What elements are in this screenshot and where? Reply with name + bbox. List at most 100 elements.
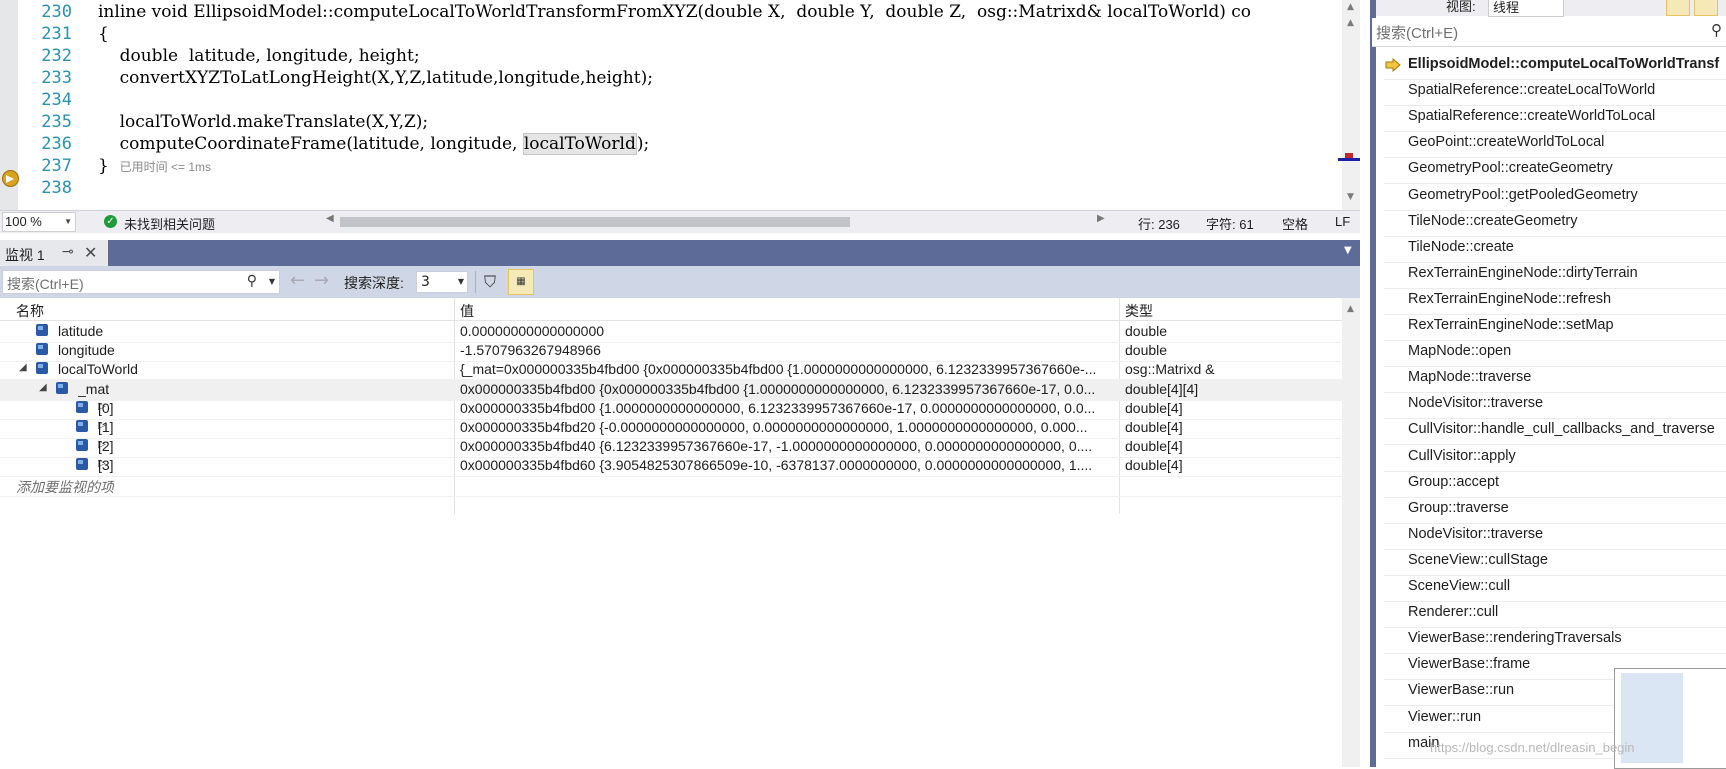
eol-indicator[interactable]: LF	[1335, 214, 1350, 229]
cell-value[interactable]: {_mat=0x000000335b4fbd00 {0x000000335b4f…	[460, 361, 1115, 377]
scroll-up-icon[interactable]: ▲	[1347, 18, 1354, 28]
variable-icon	[36, 362, 48, 375]
call-stack-frame[interactable]: SceneView::cullStage	[1408, 552, 1548, 568]
whitespace-indicator[interactable]: 空格	[1282, 214, 1308, 233]
frame-divider	[1384, 287, 1726, 289]
hex-display-button[interactable]: ▦	[508, 269, 534, 295]
cell-name[interactable]: [0]	[98, 400, 114, 416]
call-stack-frame[interactable]: CullVisitor::apply	[1408, 448, 1516, 464]
search-input[interactable]: 搜索(Ctrl+E)	[1376, 22, 1458, 43]
column-header-name[interactable]: 名称	[16, 301, 44, 321]
call-stack-frame[interactable]: EllipsoidModel::computeLocalToWorldTrans…	[1408, 56, 1719, 72]
toggle-button[interactable]	[1694, 0, 1718, 16]
scroll-left-icon[interactable]: ◀	[326, 213, 334, 224]
call-stack-frame[interactable]: SpatialReference::createLocalToWorld	[1408, 82, 1655, 98]
scroll-up-icon[interactable]: ▲	[1347, 304, 1354, 314]
search-depth-select[interactable]: 3 ▼	[416, 271, 468, 293]
call-stack-frame[interactable]: Group::accept	[1408, 474, 1499, 490]
chevron-down-icon: ▼	[64, 217, 72, 226]
view-select[interactable]: 线程	[1488, 0, 1564, 17]
tab-title: 监视 1	[5, 247, 45, 263]
call-stack-frame[interactable]: NodeVisitor::traverse	[1408, 526, 1543, 542]
call-stack-frame[interactable]: SpatialReference::createWorldToLocal	[1408, 108, 1655, 124]
code-text: );	[636, 134, 650, 154]
call-stack-frame[interactable]: MapNode::open	[1408, 343, 1511, 359]
call-stack-frame[interactable]: Renderer::cull	[1408, 604, 1498, 620]
call-stack-frame[interactable]: MapNode::traverse	[1408, 369, 1531, 385]
cell-value[interactable]: 0x000000335b4fbd40 {6.1232339957367660e-…	[460, 438, 1115, 454]
cell-name[interactable]: [1]	[98, 419, 114, 435]
cell-value[interactable]: 0x000000335b4fbd00 {1.0000000000000000, …	[460, 400, 1115, 416]
scroll-right-icon[interactable]: ▶	[1097, 213, 1105, 224]
cell-name[interactable]: [3]	[98, 457, 114, 473]
call-stack-search-field[interactable]: 搜索(Ctrl+E) ⚲	[1372, 18, 1726, 47]
call-stack-frame[interactable]: SceneView::cull	[1408, 578, 1510, 594]
search-input[interactable]: 搜索(Ctrl+E)	[7, 274, 84, 294]
filter-icon[interactable]: ⛉	[484, 272, 496, 292]
code-editor[interactable]: 230 231 232 233 234 235 236 237 238 inli…	[0, 0, 1360, 210]
call-stack-frame[interactable]: GeoPoint::createWorldToLocal	[1408, 134, 1604, 150]
pin-icon[interactable]: ⊸	[62, 244, 74, 260]
watch-search-field[interactable]: 搜索(Ctrl+E) ⚲ ▼	[2, 270, 280, 294]
zoom-select[interactable]: 100 % ▼	[2, 212, 76, 232]
cell-name[interactable]: localToWorld	[58, 361, 138, 377]
watch-toolbar: 搜索(Ctrl+E) ⚲ ▼ ← → 搜索深度: 3 ▼ ⛉ ▦	[0, 266, 1360, 298]
call-stack-frame[interactable]: ViewerBase::frame	[1408, 656, 1530, 672]
frame-divider	[1384, 261, 1726, 263]
chevron-down-icon[interactable]: ▼	[1344, 245, 1352, 256]
cell-name[interactable]: longitude	[58, 342, 115, 358]
tab-watch-1[interactable]: 监视 1 ⊸ ✕	[0, 240, 108, 266]
call-stack-frame[interactable]: ViewerBase::run	[1408, 682, 1514, 698]
frame-divider	[1384, 209, 1726, 211]
call-stack-frame[interactable]: RexTerrainEngineNode::setMap	[1408, 317, 1614, 333]
search-icon[interactable]: ⚲	[1711, 21, 1722, 39]
call-stack-frame[interactable]: NodeVisitor::traverse	[1408, 395, 1543, 411]
close-icon[interactable]: ✕	[84, 243, 97, 262]
cell-value[interactable]: 0x000000335b4fbd20 {-0.0000000000000000,…	[460, 419, 1115, 435]
highlighted-token[interactable]: localToWorld	[522, 133, 637, 155]
scrollbar-breakpoint-marker	[1345, 153, 1353, 158]
issues-status[interactable]: 未找到相关问题	[124, 214, 215, 233]
call-stack-frame[interactable]: Viewer::run	[1408, 709, 1481, 725]
call-stack-frame[interactable]: ViewerBase::renderingTraversals	[1408, 630, 1622, 646]
cell-name[interactable]: latitude	[58, 323, 103, 339]
call-stack-frame[interactable]: RexTerrainEngineNode::refresh	[1408, 291, 1611, 307]
cell-value[interactable]: -1.5707963267948966	[460, 342, 1115, 358]
frame-divider	[1384, 313, 1726, 315]
call-stack-frame[interactable]: TileNode::create	[1408, 239, 1514, 255]
horizontal-scroll-thumb[interactable]	[340, 217, 850, 227]
toggle-button[interactable]	[1666, 0, 1690, 16]
call-stack-frame[interactable]: GeometryPool::createGeometry	[1408, 160, 1613, 176]
frame-divider	[1384, 548, 1726, 550]
call-stack-frame[interactable]: RexTerrainEngineNode::dirtyTerrain	[1408, 265, 1638, 281]
add-watch-row[interactable]: 添加要监视的项	[0, 475, 1342, 497]
column-header-value[interactable]: 值	[460, 301, 474, 321]
call-stack-frame[interactable]: CullVisitor::handle_cull_callbacks_and_t…	[1408, 421, 1715, 437]
collapse-icon[interactable]: ◢	[19, 362, 27, 373]
column-header-type[interactable]: 类型	[1125, 301, 1153, 321]
cell-value[interactable]: 0.00000000000000000	[460, 323, 1115, 339]
current-statement-arrow-icon	[2, 170, 19, 187]
arrow-right-icon[interactable]: →	[314, 270, 329, 291]
collapse-icon[interactable]: ◢	[39, 382, 47, 393]
add-watch-placeholder[interactable]: 添加要监视的项	[16, 477, 114, 497]
chevron-down-icon[interactable]: ▼	[269, 277, 275, 286]
scroll-up-icon[interactable]: ▲	[1347, 2, 1354, 12]
scroll-down-icon[interactable]: ▼	[1347, 192, 1354, 202]
call-stack-frame[interactable]: GeometryPool::getPooledGeometry	[1408, 187, 1638, 203]
search-icon[interactable]: ⚲	[247, 273, 257, 289]
char-indicator[interactable]: 字符: 61	[1206, 214, 1254, 233]
call-stack-frame[interactable]: TileNode::createGeometry	[1408, 213, 1578, 229]
call-stack-frame[interactable]: Group::traverse	[1408, 500, 1509, 516]
cell-name[interactable]: [2]	[98, 438, 114, 454]
search-depth-label: 搜索深度:	[344, 275, 404, 291]
cell-name[interactable]: _mat	[78, 381, 109, 397]
variable-icon	[76, 458, 88, 471]
cell-value[interactable]: 0x000000335b4fbd00 {0x000000335b4fbd00 {…	[460, 381, 1115, 397]
editor-vertical-scrollbar[interactable]: ▲ ▲ ▼	[1342, 0, 1360, 210]
line-indicator[interactable]: 行: 236	[1138, 214, 1180, 233]
arrow-left-icon[interactable]: ←	[290, 270, 305, 291]
watch-vertical-scrollbar[interactable]: ▲	[1342, 298, 1360, 767]
frame-divider	[1384, 235, 1726, 237]
cell-value[interactable]: 0x000000335b4fbd60 {3.9054825307866509e-…	[460, 457, 1115, 473]
